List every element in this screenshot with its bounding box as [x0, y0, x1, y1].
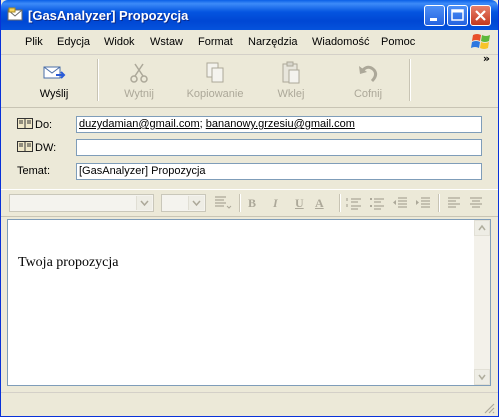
menu-message[interactable]: Wiadomość	[312, 36, 369, 48]
scroll-down-button[interactable]	[474, 369, 490, 385]
minimize-icon	[430, 18, 437, 21]
font-family-select[interactable]	[9, 194, 154, 212]
to-recipient[interactable]: bananowy.grzesiu@gmail.com	[206, 118, 355, 130]
toolbar-separator	[409, 59, 411, 101]
bullet-list-icon[interactable]	[369, 195, 385, 214]
bold-button[interactable]: B	[248, 196, 256, 211]
windows-logo-icon	[471, 32, 492, 52]
copy-label: Kopiowanie	[186, 88, 244, 100]
send-icon	[43, 66, 66, 79]
vertical-scrollbar[interactable]	[474, 220, 490, 385]
decrease-indent-icon[interactable]	[392, 195, 408, 214]
toolbar: » Wyślij Wytnij Kopiowanie Wklej Cofnij	[1, 52, 498, 108]
undo-label: Cofnij	[353, 88, 383, 100]
message-body[interactable]: Twoja propozycja	[7, 219, 491, 386]
undo-button[interactable]: Cofnij	[340, 55, 396, 105]
format-separator	[239, 194, 241, 212]
send-label: Wyślij	[39, 88, 69, 100]
font-color-button[interactable]: A	[315, 196, 324, 211]
chevron-up-icon	[478, 224, 486, 231]
undo-icon	[359, 65, 378, 83]
title-bar[interactable]: [GasAnalyzer] Propozycja	[1, 0, 498, 30]
toolbar-overflow-chevron-icon[interactable]: »	[483, 52, 490, 65]
cut-label: Wytnij	[124, 88, 154, 100]
cut-button[interactable]: Wytnij	[111, 55, 167, 105]
to-label-button[interactable]: Do:	[17, 118, 52, 131]
align-center-icon[interactable]	[469, 195, 483, 214]
compose-window: [GasAnalyzer] Propozycja Plik Edycja Wid…	[0, 0, 499, 417]
chevron-down-icon	[188, 196, 204, 210]
formatting-bar: B I U A	[1, 189, 498, 217]
format-separator	[438, 194, 440, 212]
close-button[interactable]	[470, 5, 491, 26]
cc-row: DW:	[1, 138, 498, 158]
recipient-separator: ;	[199, 118, 203, 130]
to-field[interactable]: duzydamian@gmail.com; bananowy.grzesiu@g…	[76, 116, 482, 133]
resize-grip-icon[interactable]	[483, 402, 495, 414]
font-size-select[interactable]	[161, 194, 206, 212]
copy-button[interactable]: Kopiowanie	[182, 55, 248, 105]
menu-view[interactable]: Widok	[104, 36, 135, 48]
scissors-icon	[130, 63, 148, 83]
cc-label-button[interactable]: DW:	[17, 141, 56, 154]
address-book-icon	[17, 141, 33, 152]
chevron-down-icon	[136, 196, 152, 210]
message-body-text[interactable]: Twoja propozycja	[18, 255, 118, 271]
to-label: Do:	[35, 119, 53, 131]
to-recipient[interactable]: duzydamian@gmail.com	[79, 118, 200, 130]
to-row: Do: duzydamian@gmail.com; bananowy.grzes…	[1, 115, 498, 135]
close-icon	[475, 10, 486, 21]
paste-label: Wklej	[277, 88, 305, 100]
copy-icon	[206, 62, 224, 83]
increase-indent-icon[interactable]	[415, 195, 431, 214]
underline-button[interactable]: U	[295, 196, 304, 211]
numbered-list-icon[interactable]	[346, 195, 362, 214]
minimize-button[interactable]	[424, 5, 445, 26]
scroll-up-button[interactable]	[474, 220, 490, 236]
mail-envelope-icon	[7, 7, 23, 23]
menu-file[interactable]: Plik	[25, 36, 43, 48]
maximize-button[interactable]	[447, 5, 468, 26]
subject-row: Temat: [GasAnalyzer] Propozycja	[1, 162, 498, 182]
menu-help[interactable]: Pomoc	[381, 36, 415, 48]
paragraph-style-icon[interactable]	[214, 195, 232, 214]
menu-tools[interactable]: Narzędzia	[248, 36, 298, 48]
cc-label: DW:	[35, 142, 57, 154]
cc-field[interactable]	[76, 139, 482, 156]
status-bar	[1, 392, 498, 416]
maximize-icon	[451, 9, 464, 21]
menu-format[interactable]: Format	[198, 36, 233, 48]
send-button[interactable]: Wyślij	[25, 55, 83, 105]
menu-insert[interactable]: Wstaw	[150, 36, 183, 48]
paste-icon	[282, 61, 300, 84]
format-separator	[339, 194, 341, 212]
header-fields: Do: duzydamian@gmail.com; bananowy.grzes…	[1, 108, 498, 186]
align-left-icon[interactable]	[447, 195, 461, 214]
menu-edit[interactable]: Edycja	[57, 36, 90, 48]
address-book-icon	[17, 118, 33, 129]
italic-button[interactable]: I	[273, 196, 278, 211]
subject-label: Temat:	[17, 165, 51, 177]
window-title: [GasAnalyzer] Propozycja	[28, 8, 189, 23]
toolbar-separator	[97, 59, 99, 101]
paste-button[interactable]: Wklej	[265, 55, 317, 105]
chevron-down-icon	[478, 374, 486, 381]
menu-bar: Plik Edycja Widok Wstaw Format Narzędzia…	[1, 30, 498, 55]
subject-field[interactable]: [GasAnalyzer] Propozycja	[76, 163, 482, 180]
